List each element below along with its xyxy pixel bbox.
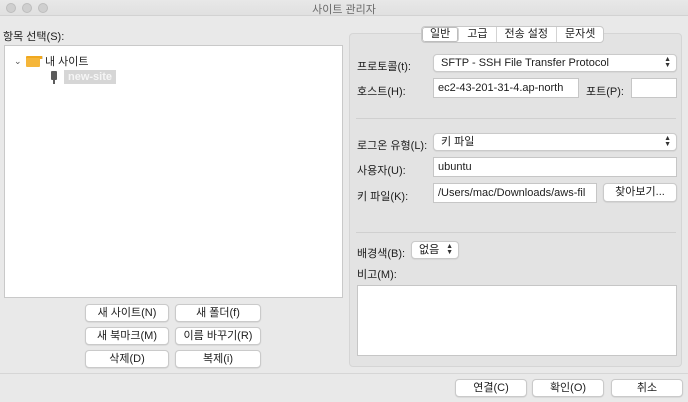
user-label: 사용자(U): bbox=[357, 165, 406, 177]
user-input[interactable]: ubuntu bbox=[433, 157, 677, 177]
bgcolor-value: 없음 bbox=[419, 244, 440, 256]
select-arrows-icon: ▲ ▼ bbox=[664, 135, 671, 148]
rename-button[interactable]: 이름 바꾸기(R) bbox=[175, 327, 261, 345]
bgcolor-label: 배경색(B): bbox=[357, 248, 406, 260]
folder-icon bbox=[26, 55, 43, 67]
logon-type-label: 로그온 유형(L): bbox=[357, 140, 428, 152]
logon-type-select[interactable]: 키 파일 ▲ ▼ bbox=[433, 133, 677, 151]
port-input[interactable] bbox=[631, 78, 677, 98]
tree-item-new-site[interactable]: new-site bbox=[50, 69, 117, 85]
keyfile-label: 키 파일(K): bbox=[357, 191, 409, 203]
tab-transfer-settings[interactable]: 전송 설정 bbox=[497, 27, 558, 42]
site-tree[interactable]: ⌄ 내 사이트 new-site bbox=[4, 45, 343, 298]
tree-folder-my-sites[interactable]: ⌄ 내 사이트 bbox=[14, 53, 89, 69]
settings-tabs: 일반 고급 전송 설정 문자셋 bbox=[421, 26, 605, 43]
chevron-down-icon[interactable]: ⌄ bbox=[14, 56, 26, 67]
browse-button[interactable]: 찾아보기... bbox=[603, 183, 677, 202]
host-input[interactable]: ec2-43-201-31-4.ap-north bbox=[433, 78, 579, 98]
logon-type-value: 키 파일 bbox=[441, 136, 475, 148]
new-bookmark-button[interactable]: 새 북마크(M) bbox=[85, 327, 169, 345]
divider bbox=[356, 118, 676, 119]
window-title: 사이트 관리자 bbox=[312, 4, 376, 16]
new-folder-button[interactable]: 새 폴더(f) bbox=[175, 304, 261, 322]
duplicate-button[interactable]: 복제(i) bbox=[175, 350, 261, 368]
divider bbox=[356, 232, 676, 233]
server-icon bbox=[50, 70, 58, 84]
select-arrows-icon: ▲ ▼ bbox=[446, 243, 453, 256]
tree-folder-label: 내 사이트 bbox=[45, 56, 89, 68]
comments-label: 비고(M): bbox=[357, 269, 397, 281]
tree-item-label: new-site bbox=[64, 70, 117, 84]
cancel-button[interactable]: 취소 bbox=[611, 379, 683, 397]
protocol-select[interactable]: SFTP - SSH File Transfer Protocol ▲ ▼ bbox=[433, 54, 677, 72]
connect-button[interactable]: 연결(C) bbox=[455, 379, 527, 397]
tab-advanced[interactable]: 고급 bbox=[459, 27, 497, 42]
port-label: 포트(P): bbox=[586, 86, 624, 98]
protocol-value: SFTP - SSH File Transfer Protocol bbox=[441, 57, 609, 69]
new-site-button[interactable]: 새 사이트(N) bbox=[85, 304, 169, 322]
tab-charset[interactable]: 문자셋 bbox=[557, 27, 603, 42]
site-manager-window: 사이트 관리자 항목 선택(S): ⌄ 내 사이트 new-site 새 사이트… bbox=[0, 0, 688, 402]
keyfile-input[interactable]: /Users/mac/Downloads/aws-fil bbox=[433, 183, 597, 203]
protocol-label: 프로토콜(t): bbox=[357, 61, 411, 73]
select-arrows-icon: ▲ ▼ bbox=[664, 56, 671, 69]
delete-button[interactable]: 삭제(D) bbox=[85, 350, 169, 368]
comments-textarea[interactable] bbox=[357, 285, 677, 356]
title-bar: 사이트 관리자 bbox=[0, 0, 688, 16]
host-label: 호스트(H): bbox=[357, 86, 406, 98]
select-entry-label: 항목 선택(S): bbox=[3, 31, 65, 43]
tab-general[interactable]: 일반 bbox=[422, 27, 460, 42]
ok-button[interactable]: 확인(O) bbox=[532, 379, 604, 397]
footer-divider bbox=[0, 373, 688, 374]
bgcolor-select[interactable]: 없음 ▲ ▼ bbox=[411, 241, 459, 259]
